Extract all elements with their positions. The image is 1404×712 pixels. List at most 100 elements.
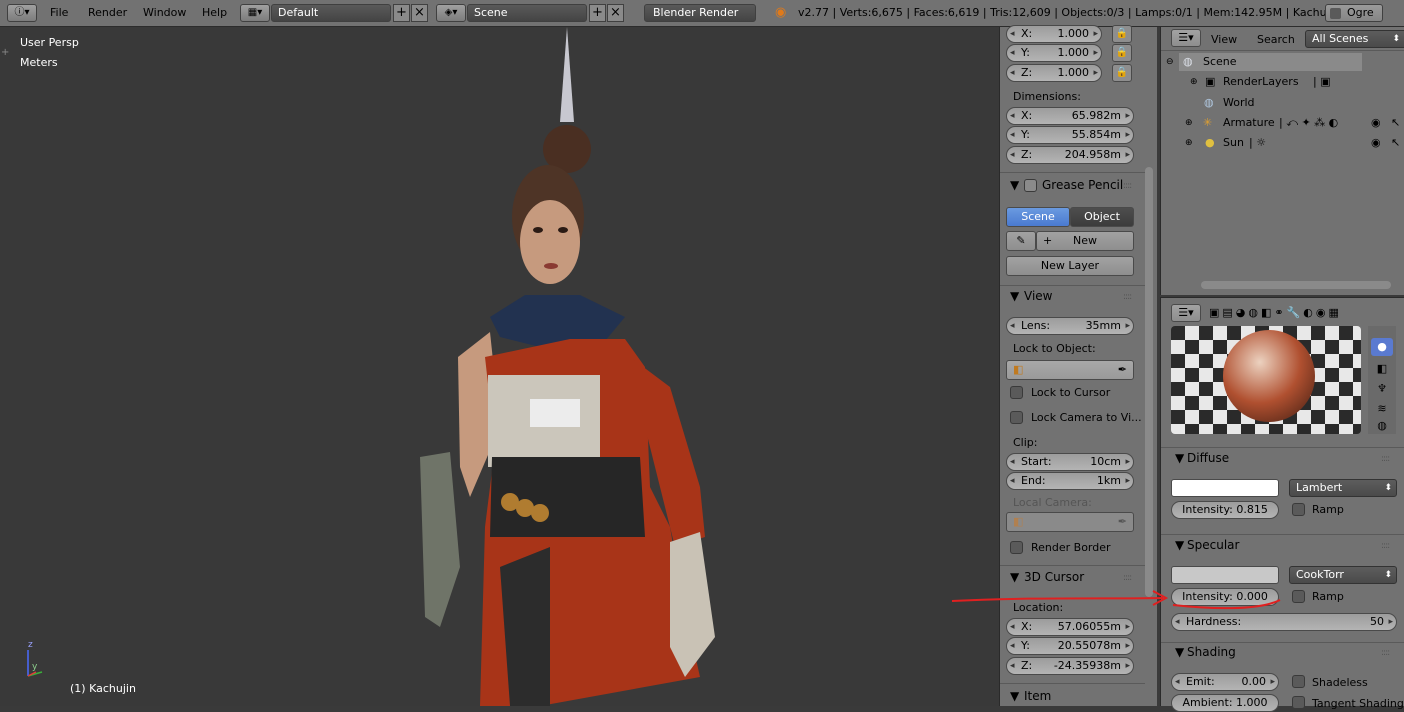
diffuse-intensity-field[interactable]: Intensity: 0.815 bbox=[1171, 501, 1279, 519]
clip-end-label: End: bbox=[1021, 474, 1046, 487]
scale-y-lock-icon[interactable]: 🔒 bbox=[1112, 44, 1132, 62]
drag-handle-icon[interactable]: :::: bbox=[1381, 541, 1390, 551]
tab-object[interactable]: Object bbox=[1070, 207, 1134, 227]
item-collapse-icon[interactable]: ▼ bbox=[1010, 689, 1019, 703]
dimension-x-field[interactable]: X: 65.982m bbox=[1006, 107, 1134, 125]
new-grease-button[interactable]: + New bbox=[1036, 231, 1134, 251]
tab-scene[interactable]: Scene bbox=[1006, 207, 1070, 227]
diffuse-shader-dropdown[interactable]: Lambert bbox=[1289, 479, 1397, 497]
monkey-preview-icon[interactable]: ♆ bbox=[1371, 380, 1393, 398]
specular-ramp-checkbox[interactable] bbox=[1292, 590, 1305, 603]
menu-render[interactable]: Render bbox=[88, 6, 127, 19]
display-mode-dropdown[interactable]: All Scenes bbox=[1305, 30, 1404, 48]
collapse-icon[interactable]: ⊖ bbox=[1166, 52, 1174, 72]
cursor-collapse-icon[interactable]: ▼ bbox=[1010, 570, 1019, 584]
drag-handle-icon[interactable]: :::: bbox=[1123, 181, 1132, 191]
3d-viewport[interactable]: User Persp Meters + (1) Kachujin z y bbox=[0, 27, 999, 706]
cube-preview-icon[interactable]: ◧ bbox=[1371, 360, 1393, 378]
new-layer-button[interactable]: New Layer bbox=[1006, 256, 1134, 276]
menu-help[interactable]: Help bbox=[202, 6, 227, 19]
expand-icon[interactable]: ⊕ bbox=[1190, 72, 1198, 92]
scale-x-lock-icon[interactable]: 🔒 bbox=[1112, 25, 1132, 43]
shadeless-checkbox[interactable] bbox=[1292, 675, 1305, 688]
emit-field[interactable]: Emit: 0.00 bbox=[1171, 673, 1279, 691]
lock-object-field[interactable]: ◧ ✒ bbox=[1006, 360, 1134, 380]
toolshelf-toggle-icon[interactable]: + bbox=[1, 47, 9, 58]
outliner-editor-icon[interactable]: ☰▾ bbox=[1171, 29, 1201, 47]
lock-camera-checkbox[interactable] bbox=[1010, 411, 1023, 424]
scene-field[interactable]: Scene bbox=[467, 4, 587, 22]
eyedropper-icon[interactable]: ✒ bbox=[1118, 513, 1127, 531]
visibility-eye-icon[interactable]: ◉ bbox=[1371, 133, 1381, 153]
eyedropper-icon[interactable]: ✒ bbox=[1118, 361, 1127, 379]
sphere-preview-icon[interactable]: ● bbox=[1371, 338, 1393, 356]
menu-window[interactable]: Window bbox=[143, 6, 186, 19]
outliner-search-menu[interactable]: Search bbox=[1257, 33, 1295, 46]
outliner-row-world[interactable]: ◍ World bbox=[1161, 93, 1361, 113]
outliner-row-renderlayers[interactable]: ⊕ ▣ RenderLayers | ▣ bbox=[1161, 72, 1361, 92]
drag-handle-icon[interactable]: :::: bbox=[1123, 292, 1132, 302]
specular-collapse-icon[interactable]: ▼ bbox=[1175, 538, 1184, 552]
diffuse-ramp-checkbox[interactable] bbox=[1292, 503, 1305, 516]
remove-scene-icon[interactable]: × bbox=[607, 4, 624, 22]
cursor-y-field[interactable]: Y: 20.55078m bbox=[1006, 637, 1134, 655]
menu-file[interactable]: File bbox=[50, 6, 68, 19]
specular-color-swatch[interactable] bbox=[1171, 566, 1279, 584]
character-model bbox=[420, 27, 715, 706]
cursor-z-field[interactable]: Z: -24.35938m bbox=[1006, 657, 1134, 675]
sky-preview-icon[interactable]: ◍ bbox=[1371, 418, 1393, 434]
remove-screen-icon[interactable]: × bbox=[411, 4, 428, 22]
pencil-icon[interactable]: ✎ bbox=[1006, 231, 1036, 251]
outliner-row-armature[interactable]: ⊕ ✳ Armature | ⤺ ✦ ⁂ ◐ ◉ ↖ bbox=[1161, 113, 1404, 133]
render-border-checkbox[interactable] bbox=[1010, 541, 1023, 554]
local-camera-field[interactable]: ◧ ✒ bbox=[1006, 512, 1134, 532]
outliner-row-sun[interactable]: ⊕ ● Sun | ☼ ◉ ↖ bbox=[1161, 133, 1404, 153]
info-editor-icon[interactable]: ⓘ▾ bbox=[7, 4, 37, 22]
scale-z-lock-icon[interactable]: 🔒 bbox=[1112, 64, 1132, 82]
clip-end-field[interactable]: End: 1km bbox=[1006, 472, 1134, 490]
ogre-toggle[interactable]: Ogre bbox=[1325, 4, 1383, 22]
outliner-row-scene[interactable]: ⊖ ◍ Scene bbox=[1161, 52, 1361, 72]
scene-selector-icon[interactable]: ◈▾ bbox=[436, 4, 466, 22]
diffuse-collapse-icon[interactable]: ▼ bbox=[1175, 451, 1184, 465]
screen-layout-field[interactable]: Default bbox=[271, 4, 391, 22]
ogre-checkbox[interactable] bbox=[1330, 7, 1341, 19]
scale-z-field[interactable]: Z: 1.000 bbox=[1006, 64, 1102, 82]
properties-tabs[interactable]: ▣▤◕◍◧⚭🔧◐◉▦ bbox=[1209, 304, 1404, 322]
sidebar-scrollbar[interactable] bbox=[1145, 167, 1153, 597]
grease-pencil-checkbox[interactable] bbox=[1024, 179, 1037, 192]
dimension-y-field[interactable]: Y: 55.854m bbox=[1006, 126, 1134, 144]
outliner-scrollbar[interactable] bbox=[1201, 281, 1391, 289]
lock-to-cursor-checkbox[interactable] bbox=[1010, 386, 1023, 399]
render-engine-dropdown[interactable]: Blender Render bbox=[644, 4, 756, 22]
outliner-view-menu[interactable]: View bbox=[1211, 33, 1237, 46]
hair-preview-icon[interactable]: ≋ bbox=[1371, 400, 1393, 418]
lens-field[interactable]: Lens: 35mm bbox=[1006, 317, 1134, 335]
select-cursor-icon[interactable]: ↖ bbox=[1391, 133, 1400, 153]
add-screen-icon[interactable]: + bbox=[393, 4, 410, 22]
drag-handle-icon[interactable]: :::: bbox=[1381, 648, 1390, 658]
expand-icon[interactable]: ⊕ bbox=[1185, 113, 1193, 133]
select-cursor-icon[interactable]: ↖ bbox=[1391, 113, 1400, 133]
grease-pencil-collapse-icon[interactable]: ▼ bbox=[1010, 178, 1019, 192]
diffuse-color-swatch[interactable] bbox=[1171, 479, 1279, 497]
specular-shader-dropdown[interactable]: CookTorr bbox=[1289, 566, 1397, 584]
shading-collapse-icon[interactable]: ▼ bbox=[1175, 645, 1184, 659]
material-preview bbox=[1171, 326, 1361, 434]
hardness-field[interactable]: Hardness: 50 bbox=[1171, 613, 1397, 631]
scale-x-field[interactable]: X: 1.000 bbox=[1006, 25, 1102, 43]
tangent-shading-checkbox[interactable] bbox=[1292, 696, 1305, 709]
properties-editor-icon[interactable]: ☰▾ bbox=[1171, 304, 1201, 322]
ambient-field[interactable]: Ambient: 1.000 bbox=[1171, 694, 1279, 712]
drag-handle-icon[interactable]: :::: bbox=[1381, 454, 1390, 464]
dimension-z-field[interactable]: Z: 204.958m bbox=[1006, 146, 1134, 164]
screen-layout-icon[interactable]: ▦▾ bbox=[240, 4, 270, 22]
cursor-x-field[interactable]: X: 57.06055m bbox=[1006, 618, 1134, 636]
expand-icon[interactable]: ⊕ bbox=[1185, 133, 1193, 153]
view-collapse-icon[interactable]: ▼ bbox=[1010, 289, 1019, 303]
add-scene-icon[interactable]: + bbox=[589, 4, 606, 22]
visibility-eye-icon[interactable]: ◉ bbox=[1371, 113, 1381, 133]
clip-start-field[interactable]: Start: 10cm bbox=[1006, 453, 1134, 471]
scale-y-field[interactable]: Y: 1.000 bbox=[1006, 44, 1102, 62]
drag-handle-icon[interactable]: :::: bbox=[1123, 573, 1132, 583]
